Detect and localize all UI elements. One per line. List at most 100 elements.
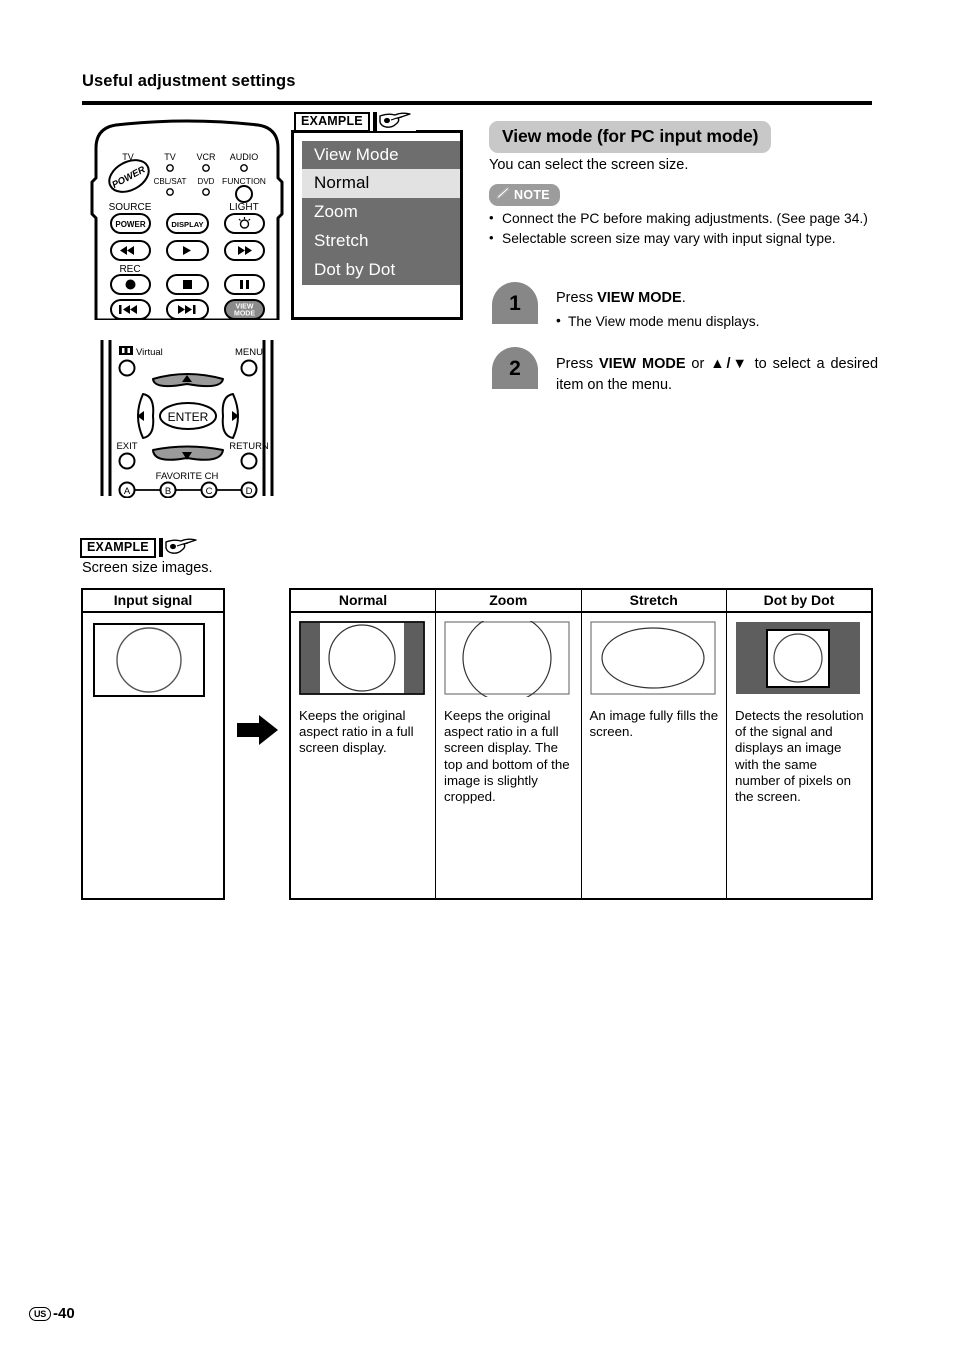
label-dvd: DVD xyxy=(198,177,215,186)
step-1-number: 1 xyxy=(492,282,538,324)
label-view-mode-line2: MODE xyxy=(234,311,255,318)
step-2-number: 2 xyxy=(492,347,538,389)
view-mode-menu: View Mode Normal Zoom Stretch Dot by Dot xyxy=(302,141,460,285)
input-signal-body xyxy=(83,613,223,898)
example-label-top: EXAMPLE xyxy=(294,111,416,132)
note-badge-label: NOTE xyxy=(514,187,550,202)
zoom-image-wrap xyxy=(436,613,581,706)
page-number: -40 xyxy=(53,1305,75,1322)
zoom-screen-image xyxy=(444,613,570,703)
page-title: Useful adjustment settings xyxy=(82,72,296,90)
pause-button xyxy=(224,274,265,295)
virtual-button xyxy=(118,359,136,377)
region-badge: US xyxy=(29,1306,51,1321)
dot-by-dot-image-wrap xyxy=(727,613,871,706)
mode-description-dot-by-dot: Detects the resolution of the signal and… xyxy=(735,708,864,805)
normal-screen-image xyxy=(299,621,425,695)
label-source: SOURCE xyxy=(109,202,152,213)
mode-table-header-row: Normal Zoom Stretch Dot by Dot xyxy=(289,588,873,613)
example-label-bar xyxy=(158,538,163,557)
label-light: LIGHT xyxy=(229,202,258,213)
header-divider xyxy=(82,101,872,105)
note-item: Selectable screen size may vary with inp… xyxy=(489,229,877,247)
step-2-bold: VIEW MODE xyxy=(599,356,686,372)
light-button xyxy=(224,213,265,234)
mode-header-dot-by-dot: Dot by Dot xyxy=(726,588,873,613)
label-favorite-c: C xyxy=(206,486,213,497)
example-label-text: EXAMPLE xyxy=(80,537,156,558)
section-title: View mode (for PC input mode) xyxy=(489,121,772,153)
stop-icon xyxy=(183,280,192,289)
dot-by-dot-screen-image xyxy=(736,622,860,694)
label-exit: EXIT xyxy=(116,441,137,452)
mode-description-stretch: An image fully fills the screen. xyxy=(589,708,719,740)
label-favorite-b: B xyxy=(165,486,171,497)
mode-cell-stretch: An image fully fills the screen. xyxy=(580,611,727,900)
return-button xyxy=(240,452,258,470)
step-2-body: Press VIEW MODE or ▲/▼ to select a desir… xyxy=(556,354,878,396)
step-1-prefix: Press xyxy=(556,290,598,306)
remote-control-upper-diagram: TV TV VCR AUDIO CBL/SAT DVD FUNCTION POW… xyxy=(82,118,292,322)
pointing-hand-icon xyxy=(164,538,198,557)
remote-control-lower-diagram: Virtual MENU ENTER EXIT RETURN FAVORITE … xyxy=(97,338,277,499)
label-audio: AUDIO xyxy=(230,152,259,162)
virtual-surround-icon xyxy=(119,346,133,355)
view-mode-menu-title: View Mode xyxy=(314,145,399,164)
step-1-sub: The View mode menu displays. xyxy=(556,311,876,331)
step-2-middle: or xyxy=(685,356,711,372)
label-return: RETURN xyxy=(229,441,269,452)
exit-button xyxy=(118,452,136,470)
step-1-suffix: . xyxy=(681,290,686,306)
input-signal-header: Input signal xyxy=(83,590,223,613)
label-tv: TV xyxy=(164,152,176,162)
remote-upper-svg: TV TV VCR AUDIO CBL/SAT DVD FUNCTION POW… xyxy=(90,119,284,322)
view-mode-comparison-table: Normal Zoom Stretch Dot by Dot Keeps the… xyxy=(289,588,873,900)
note-badge: NOTE xyxy=(489,184,560,206)
stretch-screen-image xyxy=(589,621,716,695)
label-function: FUNCTION xyxy=(222,176,266,186)
label-cbl-sat: CBL/SAT xyxy=(154,177,187,186)
view-mode-item-normal[interactable]: Normal xyxy=(302,169,460,198)
label-enter: ENTER xyxy=(168,410,209,424)
label-menu: MENU xyxy=(235,347,263,358)
page-footer: US -40 xyxy=(29,1305,75,1322)
label-favorite-d: D xyxy=(246,486,253,497)
label-power-button: POWER xyxy=(115,220,145,229)
view-mode-item-dot-by-dot[interactable]: Dot by Dot xyxy=(302,256,460,285)
pencil-icon xyxy=(495,186,510,203)
mode-cell-zoom: Keeps the original aspect ratio in a ful… xyxy=(435,611,582,900)
pointing-hand-icon xyxy=(378,112,412,131)
mode-description-normal: Keeps the original aspect ratio in a ful… xyxy=(299,708,414,756)
mode-header-normal: Normal xyxy=(289,588,436,613)
label-virtual: Virtual xyxy=(136,347,163,358)
mode-description-zoom: Keeps the original aspect ratio in a ful… xyxy=(444,708,570,805)
view-mode-item-stretch[interactable]: Stretch xyxy=(302,227,460,256)
section-intro-text: You can select the screen size. xyxy=(489,157,689,173)
mode-table-row: Keeps the original aspect ratio in a ful… xyxy=(289,611,873,900)
normal-image-wrap xyxy=(291,613,435,706)
stretch-image-wrap xyxy=(582,613,727,706)
remote-lower-svg: Virtual MENU ENTER EXIT RETURN FAVORITE … xyxy=(100,340,274,499)
menu-button xyxy=(240,359,258,377)
example-label-text: EXAMPLE xyxy=(294,111,370,132)
step-2-arrows: ▲/▼ xyxy=(710,356,749,372)
input-signal-image xyxy=(93,623,205,697)
flow-arrow-icon xyxy=(237,713,279,752)
mode-cell-normal: Keeps the original aspect ratio in a ful… xyxy=(289,611,436,900)
label-display-button: DISPLAY xyxy=(171,220,203,229)
note-list: Connect the PC before making adjustments… xyxy=(489,209,877,250)
mode-cell-dot-by-dot: Detects the resolution of the signal and… xyxy=(726,611,873,900)
step-1-body: Press VIEW MODE. The View mode menu disp… xyxy=(556,289,876,331)
label-vcr: VCR xyxy=(196,152,216,162)
screen-size-caption: Screen size images. xyxy=(82,560,213,576)
record-icon xyxy=(125,279,136,290)
label-rec: REC xyxy=(119,264,140,275)
label-view-mode-line1: VIEW xyxy=(236,304,254,311)
step-1-bold: VIEW MODE xyxy=(597,290,682,306)
input-signal-table: Input signal xyxy=(81,588,225,900)
note-item: Connect the PC before making adjustments… xyxy=(489,209,877,227)
example-label-bar xyxy=(372,112,377,131)
label-favorite-ch: FAVORITE CH xyxy=(156,471,219,482)
view-mode-item-zoom[interactable]: Zoom xyxy=(302,198,460,227)
mode-header-zoom: Zoom xyxy=(435,588,582,613)
